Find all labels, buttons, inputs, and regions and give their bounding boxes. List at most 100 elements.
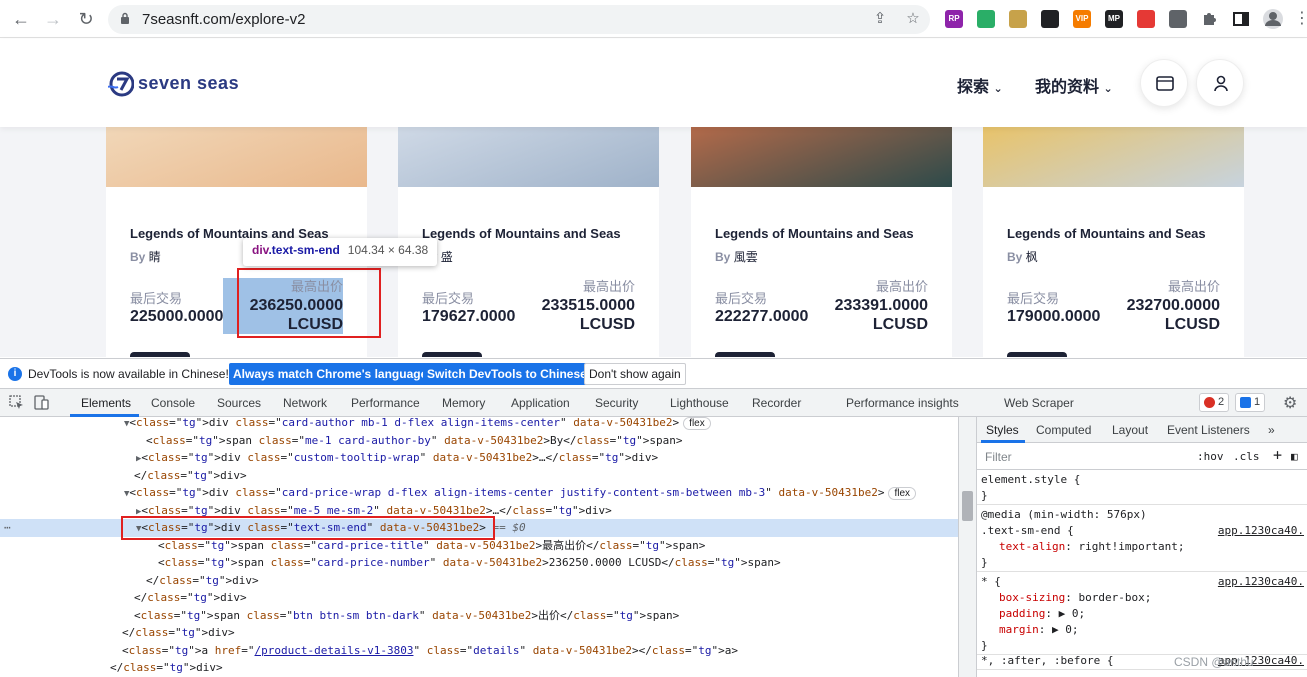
- dom-node-line[interactable]: <class="tg">a href="/product-details-v1-…: [0, 642, 958, 660]
- card-author[interactable]: By 枫: [1007, 248, 1038, 265]
- styles-tab-computed[interactable]: Computed: [1036, 423, 1091, 437]
- flex-badge[interactable]: flex: [888, 487, 917, 500]
- css-property-value[interactable]: : right!important;: [1065, 540, 1184, 553]
- share-icon[interactable]: ⇪: [870, 9, 890, 29]
- devtools-tab-lighthouse[interactable]: Lighthouse: [670, 396, 729, 410]
- card-title[interactable]: Legends of Mountains and Seas: [422, 226, 621, 241]
- scrollbar-thumb[interactable]: [962, 491, 973, 521]
- styles-tab-styles[interactable]: Styles: [986, 423, 1019, 437]
- inspect-element-icon[interactable]: [9, 395, 24, 410]
- css-rule[interactable]: * {app.1230ca40. box-sizing: border-box; p…: [977, 574, 1307, 655]
- dom-node-line[interactable]: ▼<class="tg">div class="card-author mb-1…: [0, 417, 958, 432]
- card-title[interactable]: Legends of Mountains and Seas: [1007, 226, 1206, 241]
- devtools-tab-web-scraper[interactable]: Web Scraper: [1004, 396, 1074, 410]
- styles-tab-more[interactable]: »: [1268, 423, 1275, 437]
- nft-card[interactable]: Legends of Mountains and Seas By 枫最后交易 179…: [983, 127, 1244, 357]
- css-source-link[interactable]: app.1230ca40.: [1218, 574, 1304, 590]
- message-count-badge[interactable]: 1: [1235, 393, 1266, 412]
- match-language-button[interactable]: Always match Chrome's language: [229, 363, 432, 385]
- dom-node-line[interactable]: </class="tg">div>: [0, 624, 958, 642]
- nft-card-image[interactable]: [106, 127, 367, 187]
- bid-button[interactable]: [130, 352, 190, 357]
- bid-button[interactable]: [715, 352, 775, 357]
- device-toolbar-icon[interactable]: [34, 394, 50, 411]
- css-rule[interactable]: *, :after, :before {app.1230ca40.: [977, 653, 1307, 670]
- settings-gear-icon[interactable]: ⚙: [1283, 393, 1297, 413]
- image-extension-icon[interactable]: [1009, 10, 1027, 28]
- css-property-name[interactable]: box-sizing: [999, 591, 1065, 604]
- cls-toggle[interactable]: .cls: [1233, 450, 1260, 463]
- bid-button[interactable]: [1007, 352, 1067, 357]
- nft-card[interactable]: Legends of Mountains and Seas By 風雲 最后交易 22…: [691, 127, 952, 357]
- dom-node-line[interactable]: <class="tg">span class="btn btn-sm btn-d…: [0, 607, 958, 625]
- css-property-name[interactable]: text-align: [999, 540, 1065, 553]
- dom-node-line[interactable]: <class="tg">span class="me-1 card-author…: [0, 432, 958, 450]
- devtools-tab-security[interactable]: Security: [595, 396, 638, 410]
- dom-node-line[interactable]: </class="tg">div>: [0, 589, 958, 607]
- dont-show-again-button[interactable]: Don't show again: [584, 363, 686, 385]
- mp-extension-icon[interactable]: MP: [1105, 10, 1123, 28]
- devtools-tab-console[interactable]: Console: [151, 396, 195, 410]
- nft-card-image[interactable]: [691, 127, 952, 187]
- css-rule[interactable]: @media (min-width: 576px) .text-sm-end {a…: [977, 507, 1307, 572]
- devtools-tab-performance[interactable]: Performance: [351, 396, 420, 410]
- devtools-tab-sources[interactable]: Sources: [217, 396, 261, 410]
- dom-node-line[interactable]: <class="tg">span class="card-price-numbe…: [0, 554, 958, 572]
- card-title[interactable]: Legends of Mountains and Seas: [715, 226, 914, 241]
- side-panel-icon[interactable]: [1232, 10, 1250, 28]
- user-button[interactable]: [1196, 59, 1244, 107]
- dom-node-line[interactable]: </class="tg">div>: [0, 467, 958, 485]
- styles-filter-input[interactable]: Filter: [985, 450, 1012, 464]
- bid-button[interactable]: [422, 352, 482, 357]
- node-actions-ellipsis[interactable]: ⋯: [4, 519, 11, 537]
- elements-dom-tree[interactable]: ▼<class="tg">div class="card-author mb-1…: [0, 417, 958, 677]
- devtools-tab-application[interactable]: Application: [511, 396, 570, 410]
- wechat-extension-icon[interactable]: [977, 10, 995, 28]
- nft-card[interactable]: Legends of Mountains and SeasBy 盛最后交易179…: [398, 127, 659, 357]
- address-bar[interactable]: 7seasnft.com/explore-v2 ⇪ ☆: [108, 5, 930, 34]
- profile-avatar-icon[interactable]: [1262, 8, 1284, 30]
- nft-card-image[interactable]: [983, 127, 1244, 187]
- css-property-value[interactable]: : border-box;: [1065, 591, 1151, 604]
- devtools-tab-performance-insights[interactable]: Performance insights: [846, 396, 959, 410]
- seven-seas-logo[interactable]: seven seas: [107, 71, 239, 97]
- card-author[interactable]: By 風雲: [715, 248, 758, 265]
- nft-card-image[interactable]: [398, 127, 659, 187]
- css-source-link[interactable]: app.1230ca40.: [1218, 523, 1304, 539]
- devtools-tab-memory[interactable]: Memory: [442, 396, 485, 410]
- new-rule-plus-icon[interactable]: +: [1273, 446, 1282, 464]
- css-property-value[interactable]: : ▶ 0;: [1045, 607, 1085, 620]
- computed-toggle-icon[interactable]: ◧: [1291, 450, 1298, 463]
- css-property-name[interactable]: padding: [999, 607, 1045, 620]
- vip-extension-icon[interactable]: VIP: [1073, 10, 1091, 28]
- devtools-tab-recorder[interactable]: Recorder: [752, 396, 801, 410]
- menu-kebab-icon[interactable]: ⋮: [1294, 10, 1307, 28]
- arrow-extension-icon[interactable]: [1137, 10, 1155, 28]
- devtools-tab-elements[interactable]: Elements: [81, 396, 131, 410]
- css-property-name[interactable]: margin: [999, 623, 1039, 636]
- back-icon[interactable]: ←: [10, 8, 32, 30]
- dom-node-line[interactable]: </class="tg">div>: [0, 659, 958, 677]
- puzzle-icon[interactable]: [1200, 10, 1218, 28]
- ghost-extension-icon[interactable]: [1041, 10, 1059, 28]
- devtools-tab-network[interactable]: Network: [283, 396, 327, 410]
- bookmark-star-icon[interactable]: ☆: [903, 9, 923, 29]
- css-rule[interactable]: element.style {}: [977, 472, 1307, 505]
- hov-toggle[interactable]: :hov: [1197, 450, 1224, 463]
- forward-icon[interactable]: →: [42, 8, 64, 30]
- card-author[interactable]: By 睛: [130, 248, 161, 265]
- nav-profile[interactable]: 我的资料 ⌄: [1035, 73, 1113, 97]
- rp-extension-icon[interactable]: RP: [945, 10, 963, 28]
- styles-tab-event-listeners[interactable]: Event Listeners: [1167, 423, 1250, 437]
- elements-scrollbar[interactable]: [958, 417, 976, 677]
- nav-explore[interactable]: 探索 ⌄: [957, 73, 1003, 97]
- error-count-badge[interactable]: 2: [1199, 393, 1230, 412]
- css-property-value[interactable]: : ▶ 0;: [1039, 623, 1079, 636]
- dom-node-line[interactable]: ▼<class="tg">div class="card-price-wrap …: [0, 484, 958, 502]
- styles-tab-layout[interactable]: Layout: [1112, 423, 1148, 437]
- camera-extension-icon[interactable]: [1169, 10, 1187, 28]
- reload-icon[interactable]: ↻: [75, 8, 97, 30]
- wallet-button[interactable]: [1140, 59, 1188, 107]
- switch-chinese-button[interactable]: Switch DevTools to Chinese: [423, 363, 591, 385]
- flex-badge[interactable]: flex: [683, 417, 711, 430]
